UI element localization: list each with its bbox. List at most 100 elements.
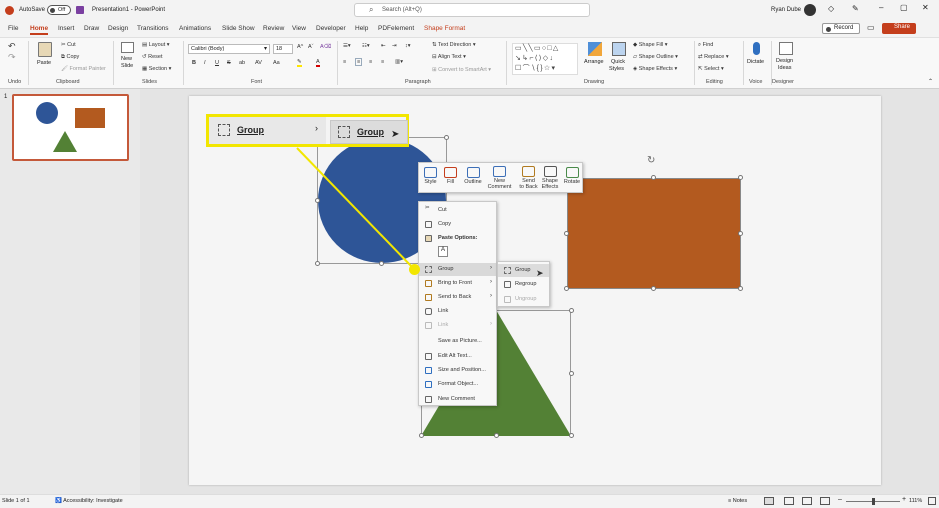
selection-handle[interactable]	[564, 231, 569, 236]
selection-handle[interactable]	[379, 261, 384, 266]
menu-lock[interactable]: Link	[419, 305, 496, 318]
zoom-in-icon[interactable]: +	[902, 496, 906, 503]
cut-button[interactable]: ✂ Cut	[61, 42, 76, 48]
strikethrough-button[interactable]: S	[227, 60, 231, 66]
shape-effects-button[interactable]: ◈ Shape Effects ▾	[633, 66, 677, 72]
menu-new-comment[interactable]: New Comment	[419, 393, 496, 406]
change-case-button[interactable]: Aa	[273, 60, 280, 66]
tab-review[interactable]: Review	[263, 25, 284, 32]
tab-transitions[interactable]: Transitions	[137, 25, 169, 32]
selection-handle[interactable]	[564, 286, 569, 291]
comment-icon[interactable]: ▭	[867, 23, 875, 32]
paste-button[interactable]: Paste	[34, 41, 56, 77]
convert-smartart-button[interactable]: ⊞ Convert to SmartArt ▾	[432, 67, 491, 73]
pen-icon[interactable]: ✎	[852, 4, 859, 13]
new-comment-button[interactable]: New Comment	[486, 163, 513, 190]
rotate-button[interactable]: Rotate	[562, 163, 582, 185]
shape-effects-button[interactable]: Shape Effects	[540, 163, 560, 190]
align-center-icon[interactable]: ≡	[355, 58, 363, 66]
replace-button[interactable]: ⇄ Replace ▾	[698, 54, 729, 60]
align-right-icon[interactable]: ≡	[369, 59, 372, 65]
orange-rectangle-shape[interactable]	[567, 178, 741, 289]
rotate-handle-icon[interactable]: ↻	[647, 155, 655, 166]
slide-thumbnail[interactable]	[12, 94, 129, 161]
submenu-regroup[interactable]: Regroup	[498, 278, 549, 291]
search-box[interactable]: ⌕ Search (Alt+Q)	[354, 3, 590, 17]
accessibility-button[interactable]: ♿ Accessibility: Investigate	[55, 498, 123, 504]
quick-styles-button[interactable]: Quick Styles	[608, 41, 630, 77]
zoom-slider[interactable]	[846, 498, 900, 505]
minimize-icon[interactable]: –	[879, 3, 883, 12]
line-spacing-icon[interactable]: ↕▾	[405, 43, 411, 49]
zoom-slider-thumb[interactable]	[872, 498, 875, 505]
selection-handle[interactable]	[419, 433, 424, 438]
tab-view[interactable]: View	[292, 25, 306, 32]
tab-slide-show[interactable]: Slide Show	[222, 25, 255, 32]
outline-button[interactable]: Outline	[462, 163, 484, 185]
selection-handle[interactable]	[569, 308, 574, 313]
shadow-button[interactable]: ab	[239, 60, 245, 66]
tab-file[interactable]: File	[8, 25, 18, 32]
align-text-button[interactable]: ⊟ Align Text ▾	[432, 54, 466, 60]
selection-handle[interactable]	[738, 286, 743, 291]
format-painter-button[interactable]: 🖌 Format Painter	[61, 66, 106, 72]
new-slide-button[interactable]: New Slide	[118, 41, 138, 77]
shapes-gallery[interactable]: ▭╲╲▭○□△ ↘↳⌐⟨⟩◇↓ ☐⌒∖{}☆▾	[512, 43, 578, 75]
menu-edit-alt-text[interactable]: Edit Alt Text...	[419, 350, 496, 363]
zoom-level[interactable]: 111%	[909, 498, 922, 504]
normal-view-icon[interactable]	[764, 497, 774, 505]
tab-design[interactable]: Design	[108, 25, 128, 32]
clear-format-icon[interactable]: A⌫	[320, 44, 331, 50]
tab-home[interactable]: Home	[30, 25, 49, 35]
share-button[interactable]: Share	[882, 23, 916, 34]
selection-handle[interactable]	[315, 198, 320, 203]
slideshow-view-icon[interactable]	[820, 497, 830, 505]
close-icon[interactable]: ✕	[922, 3, 929, 12]
columns-icon[interactable]: ▥▾	[395, 59, 403, 65]
send-to-back-button[interactable]: Send to Back	[519, 163, 538, 190]
tab-shape-format[interactable]: Shape Format	[424, 25, 465, 32]
selection-handle[interactable]	[315, 261, 320, 266]
font-name-select[interactable]: Calibri (Body) ▾	[188, 44, 270, 54]
bold-button[interactable]: B	[192, 60, 196, 66]
dictate-button[interactable]: Dictate	[747, 41, 767, 77]
tab-insert[interactable]: Insert	[58, 25, 74, 32]
shape-outline-button[interactable]: ▱ Shape Outline ▾	[633, 54, 678, 60]
menu-cut[interactable]: ✂ Cut	[419, 204, 496, 217]
find-button[interactable]: ⌕ Find	[698, 42, 713, 49]
bullets-icon[interactable]: ☰▾	[343, 43, 351, 49]
selection-handle[interactable]	[651, 175, 656, 180]
grow-font-icon[interactable]: A^	[297, 44, 303, 50]
selection-handle[interactable]	[738, 175, 743, 180]
reset-button[interactable]: ↺ Reset	[142, 54, 163, 60]
menu-bring-to-front[interactable]: Bring to Front ›	[419, 277, 496, 290]
shape-fill-button[interactable]: ◆ Shape Fill ▾	[633, 42, 668, 48]
tab-developer[interactable]: Developer	[316, 25, 346, 32]
increase-indent-icon[interactable]: ⇥	[392, 43, 397, 49]
design-ideas-button[interactable]: Design Ideas	[774, 41, 798, 77]
save-icon[interactable]	[76, 6, 84, 14]
tab-help[interactable]: Help	[355, 25, 368, 32]
selection-handle[interactable]	[651, 286, 656, 291]
paste-option-icon[interactable]: A	[438, 246, 448, 257]
align-left-icon[interactable]: ≡	[343, 59, 346, 65]
selection-handle[interactable]	[569, 433, 574, 438]
notes-button[interactable]: ≡ Notes	[728, 498, 747, 504]
menu-save-as-picture[interactable]: Save as Picture...	[419, 335, 496, 348]
tab-animations[interactable]: Animations	[179, 25, 211, 32]
selection-handle[interactable]	[494, 433, 499, 438]
highlight-icon[interactable]: ✎	[297, 59, 302, 67]
decrease-indent-icon[interactable]: ⇤	[381, 43, 386, 49]
diamond-icon[interactable]: ◇	[828, 4, 834, 13]
selection-handle[interactable]	[738, 231, 743, 236]
menu-format-object[interactable]: Format Object...	[419, 378, 496, 391]
maximize-icon[interactable]: ▢	[900, 3, 908, 12]
font-size-select[interactable]: 18	[273, 44, 293, 54]
menu-group[interactable]: Group ›	[419, 263, 496, 276]
copy-button[interactable]: ⧉ Copy	[61, 54, 79, 61]
italic-button[interactable]: I	[204, 60, 206, 66]
select-button[interactable]: ⇱ Select ▾	[698, 66, 724, 72]
fill-button[interactable]: Fill	[442, 163, 459, 185]
menu-send-to-back[interactable]: Send to Back ›	[419, 291, 496, 304]
reading-view-icon[interactable]	[802, 497, 812, 505]
